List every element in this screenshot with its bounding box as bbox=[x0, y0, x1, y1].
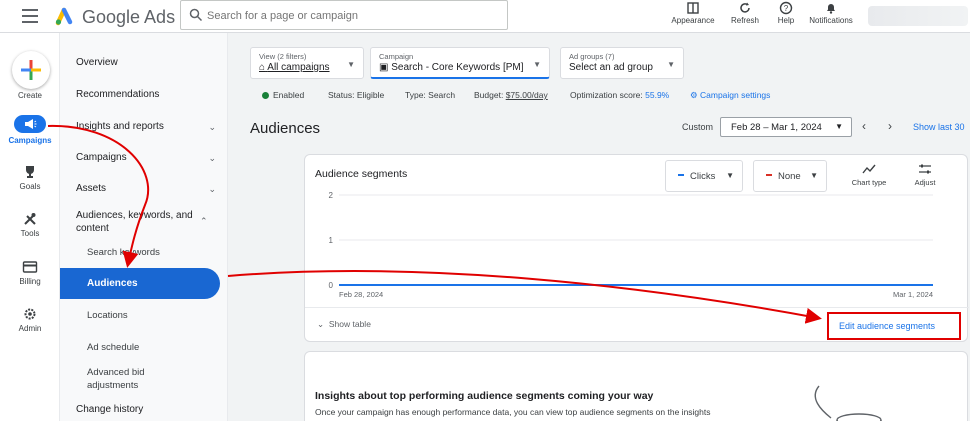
insights-card: Insights about top performing audience s… bbox=[304, 351, 968, 421]
search-icon bbox=[189, 8, 203, 22]
nav-item-change-history[interactable]: Change history bbox=[76, 404, 216, 415]
rail-create-label: Create bbox=[17, 91, 42, 100]
campaign-type: Type: Search bbox=[405, 90, 456, 100]
nav-item-advanced-bid[interactable]: Advanced bid adjustments bbox=[87, 366, 197, 392]
caret-down-icon: ▼ bbox=[347, 60, 355, 69]
plus-icon bbox=[21, 60, 41, 80]
next-period-icon[interactable]: › bbox=[888, 119, 892, 133]
caret-down-icon: ▼ bbox=[810, 171, 818, 180]
series-swatch bbox=[678, 174, 684, 176]
card-icon bbox=[22, 261, 38, 273]
chevron-up-icon: ⌃ bbox=[200, 216, 208, 226]
rail-item-billing[interactable]: Billing bbox=[0, 260, 60, 286]
create-button[interactable] bbox=[12, 51, 50, 89]
brand-name: Google Ads bbox=[82, 7, 176, 27]
tools-icon bbox=[24, 213, 36, 225]
nav-item-audiences-keywords[interactable]: Audiences, keywords, and content bbox=[76, 209, 200, 235]
chevron-down-icon: ⌄ bbox=[317, 319, 325, 329]
rail-item-tools[interactable]: Tools bbox=[0, 212, 60, 238]
chevron-down-icon: ⌄ bbox=[208, 122, 216, 132]
status-enabled: Enabled bbox=[262, 90, 304, 100]
x-tick-label: Mar 1, 2024 bbox=[893, 290, 933, 299]
main-content: View (2 filters) ⌂ All campaigns ▼ Campa… bbox=[228, 33, 970, 421]
adjust-button[interactable]: Adjust bbox=[899, 163, 951, 187]
status-dot-icon bbox=[262, 92, 269, 99]
nav-item-locations[interactable]: Locations bbox=[87, 310, 227, 321]
rail-item-campaigns[interactable]: Campaigns bbox=[0, 115, 60, 145]
date-range-picker[interactable]: Feb 28 – Mar 1, 2024 ▼ bbox=[720, 117, 852, 137]
megaphone-icon bbox=[25, 119, 37, 129]
view-filter-value: ⌂ All campaigns bbox=[259, 62, 330, 73]
line-chart-icon bbox=[862, 164, 876, 174]
home-icon: ⌂ bbox=[259, 62, 266, 73]
caret-down-icon: ▼ bbox=[533, 60, 541, 69]
gear-icon: ⚙ bbox=[690, 90, 698, 100]
nav-item-overview[interactable]: Overview bbox=[76, 57, 216, 68]
insights-body: Once your campaign has enough performanc… bbox=[315, 407, 711, 417]
audience-segments-card: Audience segments Clicks ▼ None ▼ Chart ty… bbox=[304, 154, 969, 342]
top-bar: Google Ads Appearance Refresh ? Help Not… bbox=[0, 0, 970, 33]
ad-group-picker[interactable]: Ad groups (7) Select an ad group ▼ bbox=[560, 47, 684, 79]
appearance-icon bbox=[687, 2, 699, 14]
svg-text:?: ? bbox=[784, 4, 789, 13]
caret-down-icon: ▼ bbox=[726, 171, 734, 180]
campaign-value: ▣ Search - Core Keywords [PM] bbox=[379, 62, 524, 73]
budget: Budget: $75.00/day bbox=[474, 90, 548, 100]
caret-down-icon: ▼ bbox=[835, 122, 843, 131]
page-title: Audiences bbox=[250, 120, 321, 137]
google-ads-logo bbox=[55, 7, 73, 26]
series-swatch bbox=[766, 174, 772, 176]
y-tick-label: 0 bbox=[329, 281, 334, 290]
divider bbox=[305, 307, 969, 308]
search-box[interactable] bbox=[180, 0, 508, 30]
rail-item-admin[interactable]: Admin bbox=[0, 307, 60, 333]
nav-item-audiences[interactable]: Audiences bbox=[60, 268, 220, 299]
date-range-label: Custom bbox=[682, 122, 714, 132]
trophy-icon bbox=[26, 166, 34, 178]
left-rail: Create Campaigns Goals Tools Billing Adm… bbox=[0, 33, 60, 421]
search-input[interactable] bbox=[207, 7, 497, 25]
nav-item-assets[interactable]: Assets ⌄ bbox=[76, 183, 216, 194]
show-table-toggle[interactable]: ⌄ Show table bbox=[317, 319, 371, 330]
gear-icon bbox=[24, 308, 36, 320]
menu-icon[interactable] bbox=[22, 9, 38, 23]
nav-item-search-keywords[interactable]: Search keywords bbox=[87, 247, 227, 258]
tune-icon bbox=[919, 164, 931, 174]
caret-down-icon: ▼ bbox=[667, 60, 675, 69]
rail-item-goals[interactable]: Goals bbox=[0, 165, 60, 191]
chevron-down-icon: ⌄ bbox=[208, 184, 216, 194]
nav-item-campaigns[interactable]: Campaigns ⌄ bbox=[76, 152, 216, 163]
notifications-button[interactable]: Notifications bbox=[804, 0, 858, 33]
appearance-button[interactable]: Appearance bbox=[668, 0, 718, 33]
nav-panel: Overview Recommendations Insights and re… bbox=[60, 33, 228, 421]
bell-icon bbox=[827, 4, 835, 14]
refresh-button[interactable]: Refresh bbox=[722, 0, 768, 33]
help-icon: ? bbox=[779, 1, 793, 15]
y-tick-label: 2 bbox=[329, 191, 334, 200]
help-button[interactable]: ? Help bbox=[770, 0, 802, 33]
show-last-link[interactable]: Show last 30 bbox=[913, 122, 965, 132]
status-eligible: Status: Eligible bbox=[328, 90, 385, 100]
chart-type-button[interactable]: Chart type bbox=[844, 163, 894, 187]
insights-illustration bbox=[814, 385, 882, 421]
account-info[interactable] bbox=[868, 6, 968, 26]
card-title: Audience segments bbox=[315, 168, 408, 180]
refresh-icon bbox=[740, 2, 750, 13]
search-campaign-icon: ▣ bbox=[379, 62, 389, 73]
campaign-settings-link[interactable]: ⚙ Campaign settings bbox=[690, 90, 770, 101]
y-tick-label: 1 bbox=[329, 236, 334, 245]
x-tick-label: Feb 28, 2024 bbox=[339, 290, 383, 299]
nav-item-ad-schedule[interactable]: Ad schedule bbox=[87, 342, 227, 353]
nav-item-insights[interactable]: Insights and reports ⌄ bbox=[76, 121, 216, 132]
edit-audience-segments-link[interactable]: Edit audience segments bbox=[827, 312, 961, 340]
optimization-score: Optimization score: 55.9% bbox=[570, 90, 670, 100]
insights-title: Insights about top performing audience s… bbox=[315, 390, 654, 402]
chevron-down-icon: ⌄ bbox=[208, 153, 216, 163]
campaign-picker[interactable]: Campaign ▣ Search - Core Keywords [PM] ▼ bbox=[370, 47, 550, 79]
nav-item-recommendations[interactable]: Recommendations bbox=[76, 89, 216, 100]
audience-chart: 2 1 0 Feb 28, 2024 Mar 1, 2024 bbox=[329, 191, 933, 299]
prev-period-icon[interactable]: ‹ bbox=[862, 119, 866, 133]
view-filter-picker[interactable]: View (2 filters) ⌂ All campaigns ▼ bbox=[250, 47, 364, 79]
